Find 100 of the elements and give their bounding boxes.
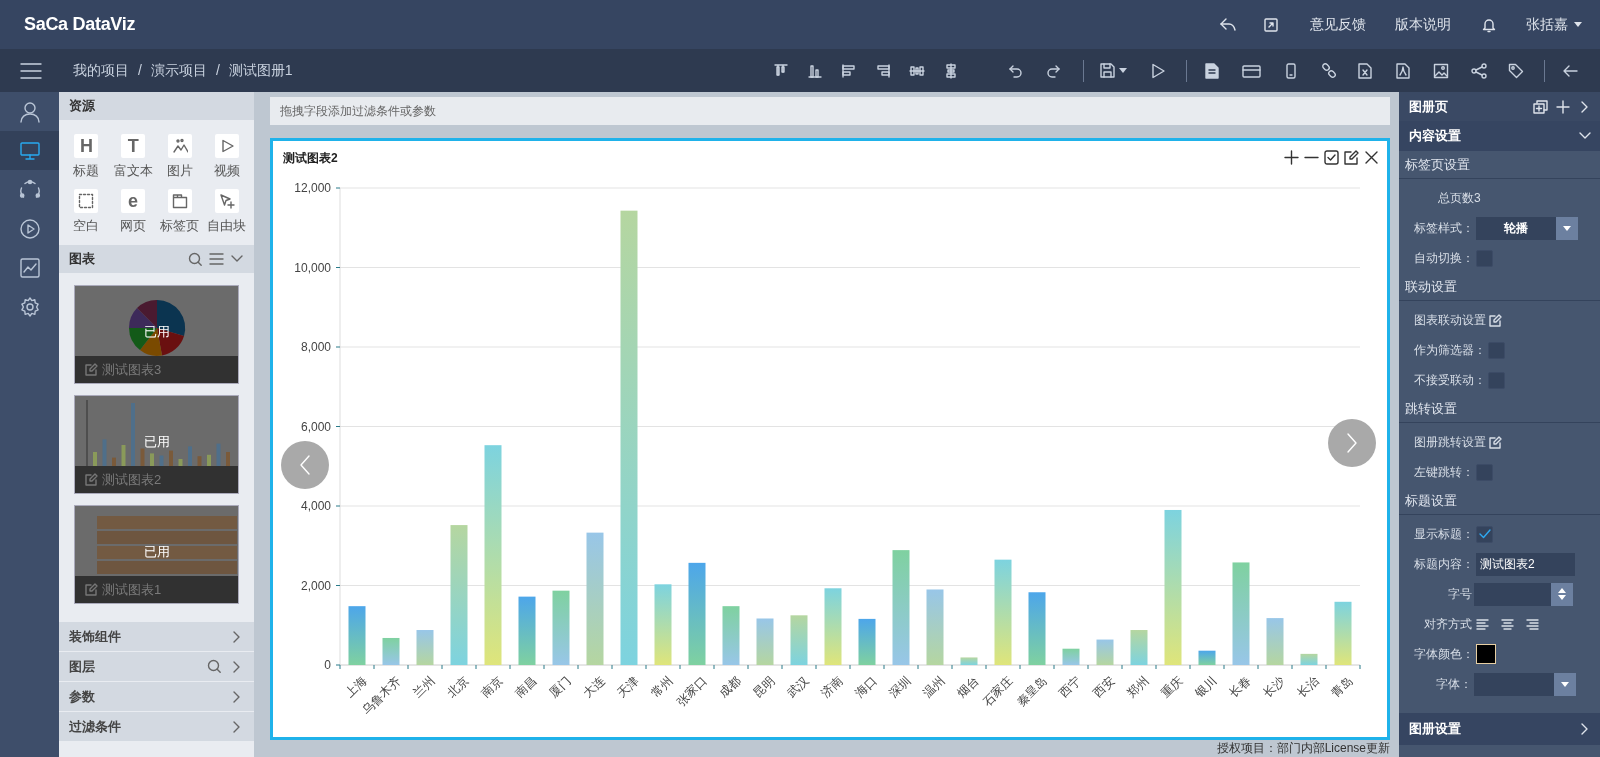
search-icon[interactable] (207, 659, 222, 674)
select-field[interactable]: 轮播 (1476, 216, 1578, 240)
resource-item[interactable]: 视频 (203, 134, 250, 181)
resource-item[interactable]: H 标题 (63, 134, 110, 181)
field-label: 作为筛选器： (1414, 342, 1486, 359)
axis-label: 武汉 (784, 673, 812, 701)
align-left-icon[interactable] (1476, 618, 1489, 630)
select-field[interactable] (1474, 672, 1576, 696)
axis-label: 深圳 (886, 673, 914, 701)
group-title: 联动设置 (1405, 277, 1457, 296)
axis-label: 10,000 (294, 260, 331, 275)
resource-item[interactable]: T 富文本 (109, 134, 157, 181)
bar (169, 450, 173, 466)
search-icon[interactable] (188, 251, 203, 267)
spreadsheet-icon[interactable] (1357, 62, 1373, 79)
bar (216, 443, 221, 466)
save-button[interactable] (1100, 63, 1127, 78)
external-link-icon[interactable] (1264, 17, 1278, 32)
play-icon[interactable] (1150, 62, 1166, 79)
add-icon[interactable] (1284, 150, 1299, 165)
bar (518, 596, 536, 665)
color-swatch[interactable] (1476, 644, 1496, 664)
settings-link[interactable]: 图册跳转设置 (1414, 433, 1502, 451)
share-icon[interactable] (1471, 62, 1487, 79)
chart-caption: 测试图表1 (102, 580, 162, 599)
info-text: 总页数3 (1438, 190, 1481, 207)
axis-label: 温州 (920, 673, 948, 701)
bar (1198, 650, 1216, 665)
section-title: 内容设置 (1409, 127, 1461, 146)
section-header[interactable]: 内容设置 (1399, 121, 1600, 151)
axis-label: 6,000 (300, 419, 331, 434)
bar (1096, 639, 1114, 665)
collapsible-section[interactable]: 装饰组件 (59, 621, 254, 651)
tag-icon[interactable] (1508, 62, 1524, 79)
section-title: 图层 (69, 657, 95, 676)
axis-label: 西安 (1090, 673, 1118, 701)
edit-icon[interactable] (1344, 150, 1359, 165)
axis-label: 12,000 (294, 181, 331, 195)
axis-label: 长治 (1294, 673, 1322, 701)
image-icon[interactable] (1433, 62, 1449, 79)
breadcrumb-link[interactable]: 演示项目 (150, 60, 207, 81)
breadcrumb-link[interactable]: 我的项目 (73, 60, 129, 81)
axis-label: 8,000 (300, 340, 331, 354)
align-right-icon[interactable] (875, 62, 891, 79)
axis-label: 北京 (444, 673, 472, 701)
align-left-icon[interactable] (841, 62, 857, 79)
section-title: 参数 (69, 687, 95, 706)
align-bottom-icon[interactable] (807, 62, 823, 79)
filter-field[interactable]: 拖拽字段添加过滤条件或参数 (270, 97, 1390, 125)
align-top-icon[interactable] (773, 62, 789, 79)
bar (1300, 653, 1318, 665)
checkbox[interactable] (1476, 525, 1493, 543)
close-icon[interactable] (1364, 150, 1379, 165)
rail-item[interactable] (0, 131, 59, 170)
breadcrumb-link[interactable]: 测试图册1 (228, 60, 293, 81)
bar (102, 439, 107, 466)
axis-label: 常州 (648, 673, 676, 701)
menu-icon[interactable] (20, 61, 42, 80)
settings-icon (18, 295, 41, 318)
axis-label: 烟台 (954, 673, 982, 701)
settings-link[interactable]: 图表联动设置 (1414, 311, 1502, 329)
bell-icon[interactable] (1482, 16, 1496, 33)
card-icon[interactable] (1242, 62, 1261, 79)
collapsible-section[interactable]: 图层 (59, 651, 254, 681)
input-field[interactable]: 测试图表2 (1476, 552, 1575, 576)
glyph-icon: e (128, 191, 139, 210)
axis-label: 青岛 (1328, 673, 1356, 701)
image-icon (171, 138, 188, 154)
glyph-icon: T (127, 137, 139, 155)
collapsible-section[interactable]: 过滤条件 (59, 711, 254, 741)
document-icon[interactable] (1204, 62, 1220, 79)
cycle-icon (18, 178, 41, 201)
add-page-icon[interactable] (1533, 99, 1548, 114)
number-field[interactable] (1474, 582, 1573, 606)
user-menu[interactable]: 张括嘉 (1526, 14, 1582, 35)
align-center-icon[interactable] (1501, 618, 1514, 630)
list-icon[interactable] (209, 252, 224, 266)
section-header[interactable]: 图册设置 (1399, 713, 1600, 745)
resource-item[interactable]: 空白 (63, 188, 110, 235)
checkbox-icon[interactable] (1324, 150, 1339, 165)
collapsible-section[interactable]: 参数 (59, 681, 254, 711)
distribute-vertical-icon[interactable] (943, 62, 959, 79)
panel-title: 资源 (69, 97, 95, 116)
axis-label: 天津 (614, 673, 642, 701)
pdf-icon[interactable] (1395, 62, 1411, 79)
header-link[interactable]: 意见反馈 (1310, 14, 1366, 35)
axis-label: 昆明 (750, 673, 778, 701)
axis-label: 南昌 (512, 673, 540, 701)
header-link[interactable]: 版本说明 (1395, 14, 1451, 35)
resource-item[interactable]: 自由块 (203, 188, 250, 235)
resource-item[interactable]: e 网页 (109, 188, 157, 235)
resource-item[interactable]: 标签页 (156, 188, 204, 235)
mobile-icon[interactable] (1283, 62, 1299, 79)
align-right-icon[interactable] (1526, 618, 1539, 630)
reply-icon[interactable] (1219, 16, 1237, 33)
axis-label: 兰州 (410, 673, 438, 701)
link-icon[interactable] (1321, 62, 1337, 79)
bar (150, 453, 154, 466)
axis-label: 长春 (1226, 673, 1254, 701)
resource-item[interactable]: 图片 (156, 134, 204, 181)
